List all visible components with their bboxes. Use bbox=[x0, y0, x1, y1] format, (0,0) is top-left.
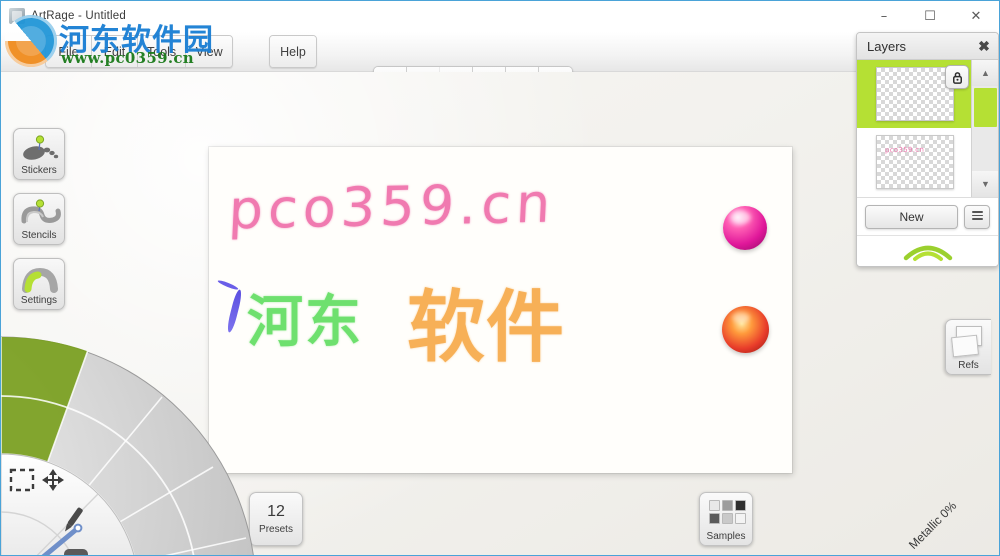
stencils-label: Stencils bbox=[21, 230, 57, 241]
menu-help[interactable]: Help bbox=[270, 36, 316, 67]
artrage-icon bbox=[9, 8, 25, 24]
minimize-button[interactable]: – bbox=[861, 1, 907, 31]
layers-panel: Layers ✖ pco359.cn ▲ ▼ New bbox=[856, 32, 999, 267]
swatch bbox=[722, 500, 733, 511]
help-menu-group: Help bbox=[269, 35, 317, 68]
presets-button[interactable]: 12 Presets bbox=[249, 492, 303, 546]
transform-tool-icon[interactable] bbox=[42, 469, 64, 491]
layer-menu-icon bbox=[971, 211, 983, 222]
scroll-up-button[interactable]: ▲ bbox=[972, 60, 998, 86]
title-bar: ArtRage - Untitled – ☐ ✕ bbox=[1, 1, 999, 31]
layers-actions: New bbox=[857, 197, 998, 235]
close-icon: ✕ bbox=[970, 8, 982, 24]
layers-list[interactable]: pco359.cn bbox=[857, 60, 973, 197]
close-button[interactable]: ✕ bbox=[953, 1, 999, 31]
layer-menu-button[interactable] bbox=[964, 204, 990, 229]
opacity-needle[interactable] bbox=[1, 523, 83, 556]
maximize-button[interactable]: ☐ bbox=[907, 1, 953, 31]
refs-button[interactable]: Refs bbox=[945, 319, 991, 375]
hue-ring-separator bbox=[881, 378, 999, 556]
samples-label: Samples bbox=[706, 531, 746, 542]
layer-lock-button[interactable] bbox=[945, 65, 969, 89]
tool-slot-oil-brush[interactable] bbox=[1, 336, 88, 556]
window-title: ArtRage - Untitled bbox=[31, 10, 126, 22]
refs-label: Refs bbox=[958, 360, 979, 371]
swatch bbox=[709, 500, 720, 511]
settings-icon bbox=[22, 267, 58, 293]
stickers-label: Stickers bbox=[21, 165, 57, 176]
swatch bbox=[735, 500, 746, 511]
settings-label: Settings bbox=[20, 295, 58, 306]
samples-swatch-grid bbox=[709, 500, 746, 524]
scroll-down-button[interactable]: ▼ bbox=[972, 171, 998, 197]
menu-bar: File Edit Tools View bbox=[45, 35, 234, 68]
menu-file[interactable]: File bbox=[46, 36, 92, 67]
swatch bbox=[709, 513, 720, 524]
toolbar: File Edit Tools View Help − 50% + bbox=[1, 32, 999, 100]
layers-panel-title: Layers bbox=[867, 38, 907, 54]
artrage-window: ArtRage - Untitled – ☐ ✕ File Edit Tools… bbox=[0, 0, 1000, 556]
blend-swirl-icon bbox=[903, 245, 952, 261]
new-layer-button[interactable]: New bbox=[865, 204, 958, 229]
layer-thumbnail bbox=[876, 67, 954, 121]
stickers-icon bbox=[23, 135, 59, 160]
tool-glyphs bbox=[1, 473, 14, 555]
fill-tool-icon[interactable] bbox=[63, 507, 84, 533]
artwork-blue-stroke-top bbox=[217, 279, 239, 291]
stencils-icon bbox=[21, 199, 61, 224]
layer-row[interactable] bbox=[857, 60, 973, 128]
minimize-icon: – bbox=[880, 8, 888, 24]
layers-scrollbar[interactable]: ▲ ▼ bbox=[971, 60, 998, 197]
saturation-value-area[interactable] bbox=[889, 378, 999, 556]
artwork-text-green: 河东 bbox=[247, 290, 363, 355]
lock-icon bbox=[952, 71, 962, 84]
swatch bbox=[735, 513, 746, 524]
layer-row[interactable]: pco359.cn bbox=[857, 128, 973, 196]
painting-canvas[interactable]: pco359.cn 河东 软件 bbox=[209, 147, 792, 473]
stickers-button[interactable]: Stickers bbox=[13, 128, 65, 180]
stencils-button[interactable]: Stencils bbox=[13, 193, 65, 245]
layers-panel-header: Layers ✖ bbox=[857, 33, 998, 60]
menu-edit[interactable]: Edit bbox=[92, 36, 138, 67]
samples-button[interactable]: Samples bbox=[699, 492, 753, 546]
layer-thumbnail-art: pco359.cn bbox=[884, 145, 925, 155]
reference-page-icon bbox=[951, 334, 979, 358]
presets-count: 12 bbox=[267, 502, 285, 520]
tool-hub[interactable]: T bbox=[1, 453, 139, 556]
sticker-orange-ball[interactable] bbox=[722, 306, 769, 353]
layers-close-icon[interactable]: ✖ bbox=[976, 38, 992, 54]
maximize-icon: ☐ bbox=[924, 8, 936, 24]
artwork-text-pink: pco359.cn bbox=[227, 171, 557, 242]
menu-view[interactable]: View bbox=[186, 36, 233, 67]
select-tool-icon[interactable] bbox=[9, 468, 35, 492]
layer-thumbnail: pco359.cn bbox=[876, 135, 954, 189]
menu-tools[interactable]: Tools bbox=[138, 36, 187, 67]
window-controls: – ☐ ✕ bbox=[861, 1, 999, 31]
artwork-text-orange: 软件 bbox=[407, 283, 566, 373]
canvas-workspace[interactable]: pco359.cn 河东 软件 Stickers Stencils Settin… bbox=[1, 72, 999, 556]
settings-button[interactable]: Settings bbox=[13, 258, 65, 310]
layers-panel-footer bbox=[857, 235, 998, 266]
swatch bbox=[722, 513, 733, 524]
artwork-blue-stroke bbox=[225, 288, 244, 334]
eraser-tool-icon[interactable] bbox=[64, 549, 88, 556]
presets-label: Presets bbox=[259, 524, 293, 536]
scrollbar-thumb[interactable] bbox=[974, 88, 997, 127]
sticker-pink-ball[interactable] bbox=[723, 206, 767, 250]
